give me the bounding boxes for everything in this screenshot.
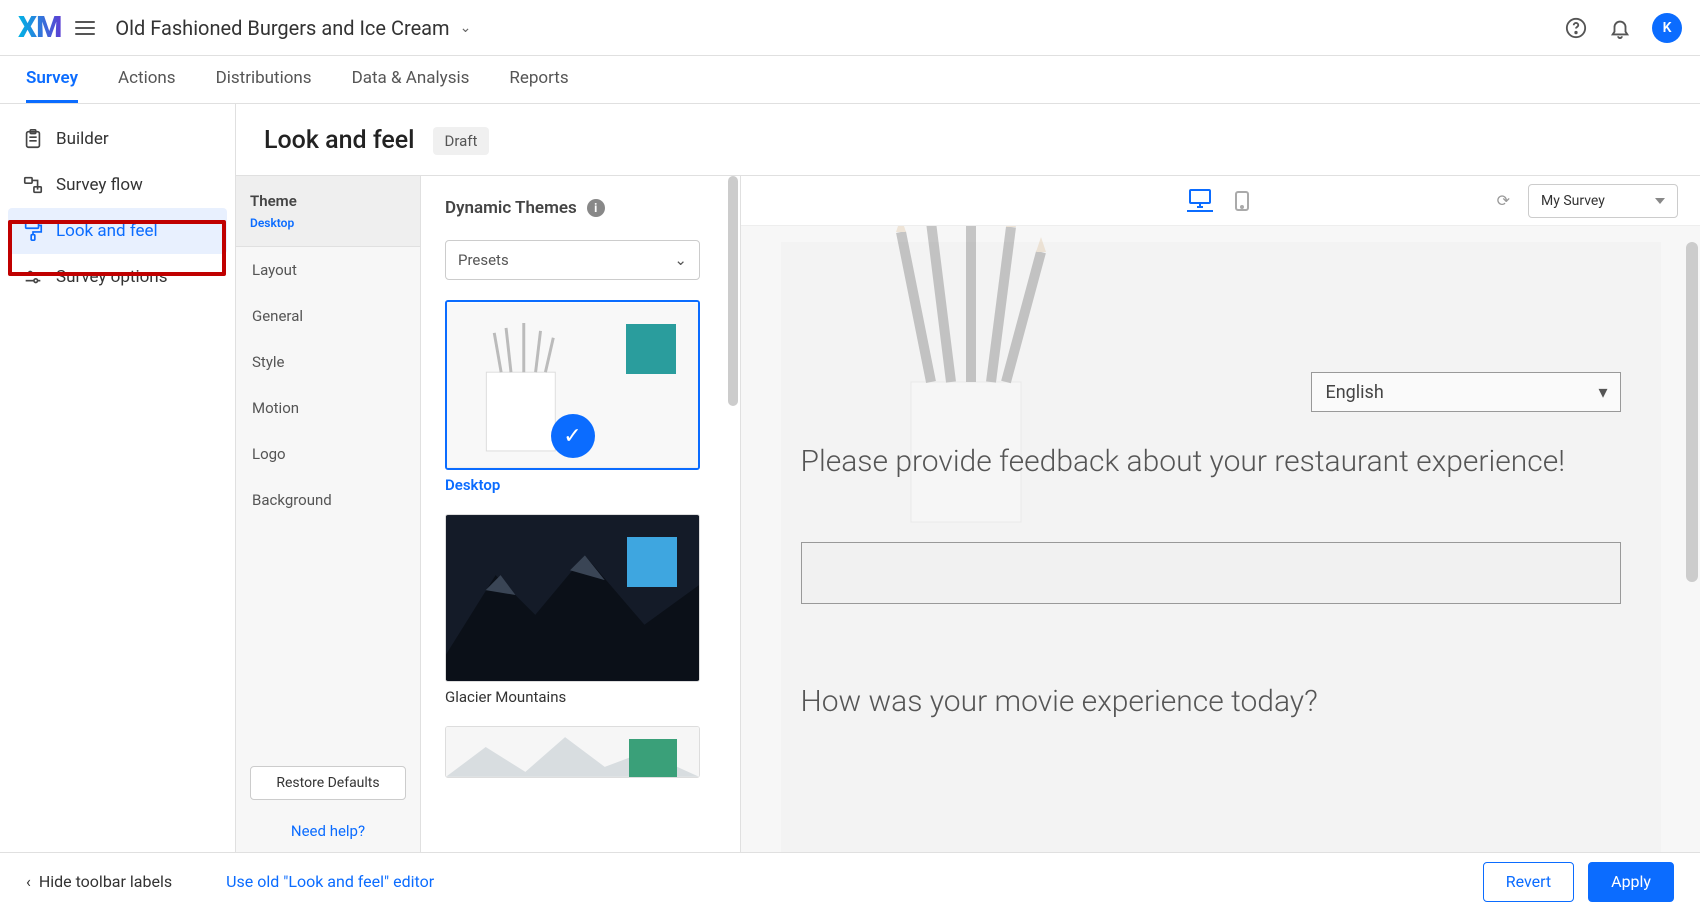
footer-right: Revert Apply: [1483, 862, 1674, 902]
preview-toolbar-right: ⟳ My Survey: [1497, 184, 1678, 218]
hide-labels-text: Hide toolbar labels: [39, 872, 172, 891]
notifications-icon[interactable]: [1608, 16, 1632, 40]
section-group-title: Theme: [250, 192, 406, 210]
header-right: K: [1564, 13, 1682, 43]
section-group-sub: Desktop: [250, 216, 406, 230]
question-1-text: Please provide feedback about your resta…: [801, 442, 1621, 483]
refresh-icon[interactable]: ⟳: [1497, 191, 1510, 210]
need-help-link[interactable]: Need help?: [236, 814, 420, 852]
chevron-down-icon: ⌄: [674, 251, 687, 269]
section-motion[interactable]: Motion: [236, 385, 420, 431]
scrollbar[interactable]: [728, 176, 738, 406]
section-logo[interactable]: Logo: [236, 431, 420, 477]
presets-dropdown[interactable]: Presets ⌄: [445, 240, 700, 280]
help-icon[interactable]: [1564, 16, 1588, 40]
background-illustration: [831, 226, 1091, 532]
theme-card-3[interactable]: [445, 726, 700, 778]
desktop-icon[interactable]: [1187, 190, 1213, 212]
tab-actions[interactable]: Actions: [118, 56, 176, 103]
left-sidebar: Builder Survey flow Look and feel Survey…: [0, 104, 236, 852]
color-swatch: [629, 739, 677, 777]
section-theme[interactable]: Theme Desktop: [236, 176, 420, 247]
chevron-down-icon: ⌄: [460, 20, 472, 36]
preview-toolbar: ⟳ My Survey: [741, 176, 1700, 226]
theme-label: Desktop: [445, 476, 716, 494]
presets-label: Presets: [458, 251, 509, 269]
language-select[interactable]: English: [1311, 372, 1621, 412]
xm-logo: XM: [18, 10, 61, 45]
theme-card-desktop[interactable]: ✓: [445, 300, 700, 470]
theme-label: Glacier Mountains: [445, 688, 716, 706]
language-label: English: [1326, 382, 1384, 403]
section-background[interactable]: Background: [236, 477, 420, 523]
theme-picker-title-label: Dynamic Themes: [445, 198, 577, 218]
content-region: Look and feel Draft Theme Desktop Layout…: [236, 104, 1700, 852]
sidebar-item-lookandfeel[interactable]: Look and feel: [8, 208, 227, 254]
stage-inner: English Please provide feedback about yo…: [781, 242, 1661, 852]
color-swatch: [626, 324, 676, 374]
menu-icon[interactable]: [73, 16, 97, 40]
workbench: Theme Desktop Layout General Style Motio…: [236, 175, 1700, 852]
preview-stage: English Please provide feedback about yo…: [741, 226, 1700, 852]
apply-button[interactable]: Apply: [1588, 862, 1674, 902]
old-editor-link[interactable]: Use old "Look and feel" editor: [226, 872, 434, 891]
device-toggles: [1187, 190, 1255, 212]
mobile-icon[interactable]: [1229, 190, 1255, 212]
revert-button[interactable]: Revert: [1483, 862, 1574, 902]
theme-card-glacier[interactable]: [445, 514, 700, 682]
theme-thumb: [446, 727, 699, 777]
survey-select-label: My Survey: [1541, 193, 1605, 209]
user-avatar[interactable]: K: [1652, 13, 1682, 43]
restore-defaults-button[interactable]: Restore Defaults: [250, 766, 406, 800]
clipboard-icon: [22, 128, 44, 150]
status-badge: Draft: [433, 127, 490, 155]
theme-thumb: ✓: [447, 302, 698, 468]
theme-picker-title: Dynamic Themes i: [445, 198, 716, 218]
footer-bar: ‹ Hide toolbar labels Use old "Look and …: [0, 852, 1700, 910]
info-icon[interactable]: i: [587, 199, 605, 217]
color-swatch: [627, 537, 677, 587]
section-general[interactable]: General: [236, 293, 420, 339]
project-name-label: Old Fashioned Burgers and Ice Cream: [115, 16, 449, 40]
tab-survey[interactable]: Survey: [26, 56, 78, 103]
section-layout[interactable]: Layout: [236, 247, 420, 293]
project-dropdown[interactable]: Old Fashioned Burgers and Ice Cream ⌄: [115, 16, 471, 40]
sidebar-item-builder[interactable]: Builder: [8, 116, 227, 162]
sidebar-item-surveyflow[interactable]: Survey flow: [8, 162, 227, 208]
main-content: Builder Survey flow Look and feel Survey…: [0, 104, 1700, 852]
tab-distributions[interactable]: Distributions: [216, 56, 312, 103]
check-icon: ✓: [551, 414, 595, 458]
sliders-icon: [22, 266, 44, 288]
tab-reports[interactable]: Reports: [509, 56, 568, 103]
theme-picker: Dynamic Themes i Presets ⌄: [421, 176, 741, 852]
preview-panel: ⟳ My Survey: [741, 176, 1700, 852]
survey-select[interactable]: My Survey: [1528, 184, 1678, 218]
top-tabs: Survey Actions Distributions Data & Anal…: [0, 56, 1700, 104]
scrollbar[interactable]: [1686, 242, 1698, 582]
sidebar-label: Survey options: [56, 267, 167, 287]
sidebar-label: Survey flow: [56, 175, 143, 195]
question-2-text: How was your movie experience today?: [801, 682, 1621, 723]
tab-data-analysis[interactable]: Data & Analysis: [352, 56, 470, 103]
flow-icon: [22, 174, 44, 196]
sidebar-label: Look and feel: [56, 221, 158, 241]
page-title: Look and feel: [264, 126, 415, 155]
sidebar-item-surveyoptions[interactable]: Survey options: [8, 254, 227, 300]
sidebar-label: Builder: [56, 129, 109, 149]
theme-thumb: [446, 515, 699, 681]
page-head: Look and feel Draft: [236, 104, 1700, 175]
chevron-left-icon: ‹: [26, 872, 31, 891]
paint-roller-icon: [22, 220, 44, 242]
hide-toolbar-labels-button[interactable]: ‹ Hide toolbar labels: [26, 872, 172, 891]
section-style[interactable]: Style: [236, 339, 420, 385]
app-header: XM Old Fashioned Burgers and Ice Cream ⌄…: [0, 0, 1700, 56]
section-list: Theme Desktop Layout General Style Motio…: [236, 176, 421, 852]
question-1-input[interactable]: [801, 542, 1621, 604]
